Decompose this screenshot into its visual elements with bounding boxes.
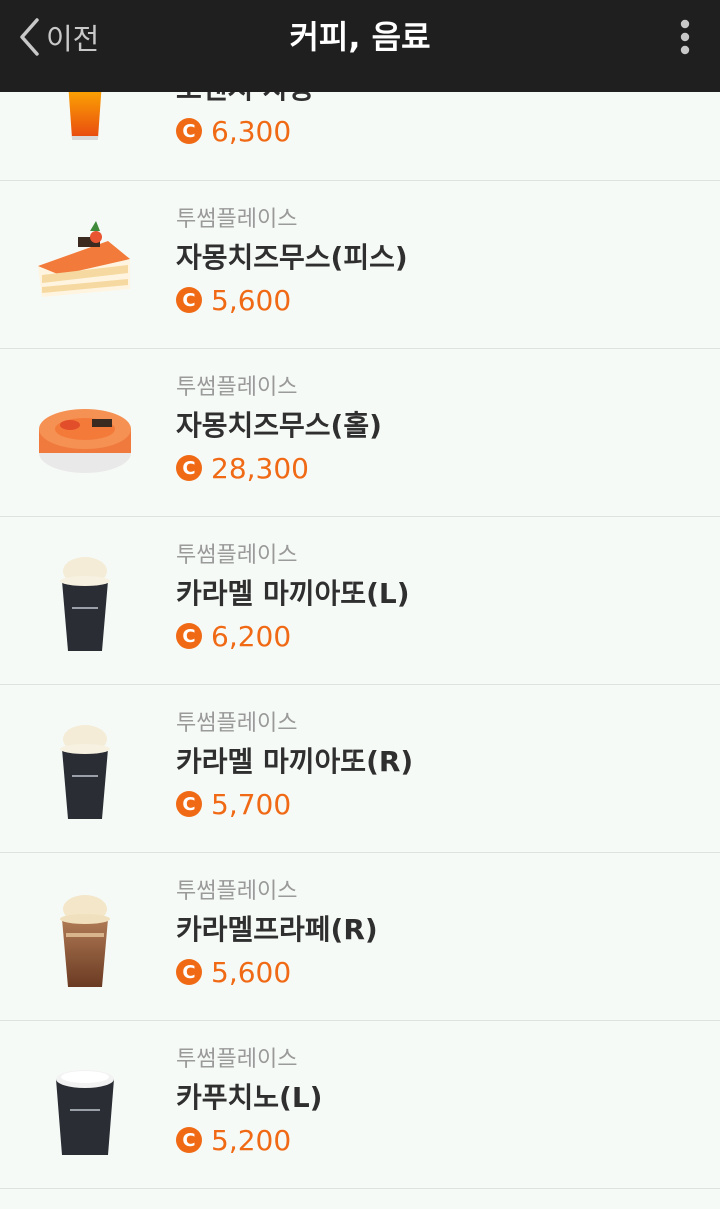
list-item[interactable]: 투썸플레이스 자몽치즈무스(피스) C 5,600 [0,181,720,349]
item-price-line: C 5,600 [176,951,700,993]
coin-icon: C [176,791,202,817]
item-price: 5,700 [211,787,292,821]
item-info: 투썸플레이스 카라멜 마끼아또(R) C 5,700 [176,709,700,825]
back-button[interactable]: 이전 [18,14,99,60]
overflow-menu-button[interactable] [670,16,700,58]
item-info: 투썸플레이스 카라멜 마끼아또(L) C 6,200 [176,541,700,657]
item-name: 카라멜 마끼아또(L) [176,577,410,610]
hot-coffee-cup-icon [30,1051,140,1161]
item-name: 카라멜프라페(R) [176,913,378,946]
item-price-line: C 6,200 [176,615,700,657]
item-name: 자몽치즈무스(피스) [176,241,408,274]
iced-coffee-cup-icon [30,547,140,657]
coin-icon: C [176,959,202,985]
chevron-left-icon [20,18,39,56]
item-brand: 투썸플레이스 [176,879,298,904]
item-brand: 투썸플레이스 [176,711,298,736]
coin-icon: C [176,623,202,649]
item-price: 6,300 [211,114,292,148]
item-price-line: C 6,300 [176,110,700,152]
item-brand: 투썸플레이스 [176,1047,298,1072]
item-brand: 투썸플레이스 [176,375,298,400]
coin-icon: C [176,1127,202,1153]
coin-icon: C [176,118,202,144]
item-price: 6,200 [211,619,292,653]
item-price: 5,200 [211,1123,292,1157]
coin-icon: C [176,287,202,313]
item-info: 투썸플레이스 자몽치즈무스(홀) C 28,300 [176,373,700,489]
item-info: 투썸플레이스 카라멜프라페(R) C 5,600 [176,877,700,993]
item-name: 자몽치즈무스(홀) [176,409,382,442]
item-price-line: C 5,600 [176,279,700,321]
list-item[interactable]: 투썸플레이스 카라멜 마끼아또(L) C 6,200 [0,517,720,685]
item-info: 투썸플레이스 카푸치노(L) C 5,200 [176,1045,700,1161]
coin-icon: C [176,455,202,481]
item-price-line: C 5,200 [176,1119,700,1161]
list-item[interactable]: 투썸플레이스 카라멜프라페(R) C 5,600 [0,853,720,1021]
item-info: 투썸플레이스 자몽치즈무스(피스) C 5,600 [176,205,700,321]
item-brand: 투썸플레이스 [176,543,298,568]
product-list: 오렌지 자몽 C 6,300 투썸플레이스 자몽치즈무스(피스) C [0,12,720,1189]
more-vertical-icon [680,19,690,55]
item-price-line: C 28,300 [176,447,700,489]
back-label: 이전 [46,22,100,56]
item-price-line: C 5,700 [176,783,700,825]
item-name: 카푸치노(L) [176,1081,323,1114]
item-name: 카라멜 마끼아또(R) [176,745,414,778]
list-item[interactable]: 투썸플레이스 카푸치노(L) C 5,200 [0,1021,720,1189]
iced-coffee-cup-icon [30,715,140,825]
item-price: 5,600 [211,283,292,317]
cake-slice-icon [30,211,140,321]
item-brand: 투썸플레이스 [176,207,298,232]
list-item[interactable]: 투썸플레이스 자몽치즈무스(홀) C 28,300 [0,349,720,517]
whole-cake-icon [30,379,140,489]
item-price: 28,300 [211,451,309,485]
item-price: 5,600 [211,955,292,989]
page-title: 커피, 음료 [289,18,431,56]
app-bar: 이전 커피, 음료 [0,0,720,92]
list-item[interactable]: 투썸플레이스 카라멜 마끼아또(R) C 5,700 [0,685,720,853]
frappe-cup-icon [30,883,140,993]
